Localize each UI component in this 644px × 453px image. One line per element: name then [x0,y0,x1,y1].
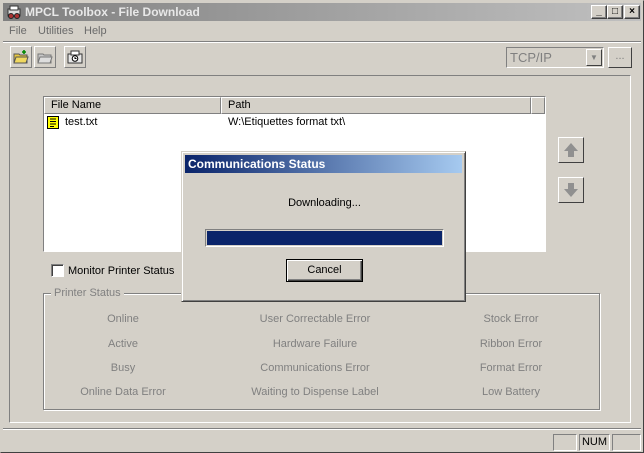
file-path: W:\Etiquettes format txt\ [228,116,346,128]
dialog-message: Downloading... [288,197,361,209]
browse-button[interactable]: ... [608,47,632,68]
arrow-up-icon [564,143,578,157]
monitor-printer-status-label[interactable]: Monitor Printer Status [68,265,174,277]
cancel-button[interactable]: Cancel [286,259,363,282]
open-folder-icon [37,53,53,64]
maximize-button[interactable]: □ [607,5,623,19]
minimize-button[interactable]: _ [591,5,607,19]
status-format-error: Format Error [479,362,543,374]
dialog-title[interactable]: Communications Status [185,155,462,173]
title-bar[interactable]: MPCL Toolbox - File Download _ □ × [3,3,641,21]
menu-bar: File Utilities Help [3,22,641,40]
monitor-printer-status-checkbox[interactable] [51,264,64,277]
status-active: Active [108,338,138,350]
menu-file[interactable]: File [9,25,27,37]
window-title: MPCL Toolbox - File Download [25,5,200,19]
main-window: MPCL Toolbox - File Download _ □ × File … [0,0,644,453]
column-header-file-name[interactable]: File Name [44,97,221,114]
connection-select[interactable]: TCP/IP ▼ [506,47,604,68]
status-stock-error: Stock Error [483,313,539,325]
statusbar-num: NUM [579,434,610,451]
communications-status-dialog: Communications Status Downloading... Can… [181,151,466,302]
close-button[interactable]: × [624,5,640,19]
status-ribbon-error: Ribbon Error [479,338,543,350]
status-user-correctable-error: User Correctable Error [259,313,371,325]
list-item[interactable]: test.txt W:\Etiquettes format txt\ [46,115,544,131]
arrow-down-icon [564,183,578,197]
status-low-battery: Low Battery [481,386,541,398]
printer-status-legend: Printer Status [51,287,124,299]
status-busy: Busy [110,362,136,374]
download-progress-bar [205,229,444,247]
move-down-button[interactable] [558,177,584,203]
toolbar-separator [3,41,641,43]
chevron-down-icon[interactable]: ▼ [586,49,602,66]
printer-settings-button[interactable] [64,46,86,68]
column-header-path[interactable]: Path [221,97,531,114]
printer-settings-icon [67,50,83,64]
open-add-button[interactable] [10,46,32,68]
menu-utilities[interactable]: Utilities [38,25,73,37]
app-printer-icon [7,5,21,19]
status-online: Online [107,313,139,325]
statusbar-panel-caps [553,434,577,451]
open-add-folder-icon [13,50,29,64]
text-file-icon [47,116,59,129]
status-communications-error: Communications Error [260,362,370,374]
status-waiting-to-dispense-label: Waiting to Dispense Label [251,386,379,398]
column-header-filler [531,97,545,114]
connection-value: TCP/IP [510,50,552,65]
move-up-button[interactable] [558,137,584,163]
open-folder-button[interactable] [34,46,56,68]
progress-fill [207,231,442,245]
status-hardware-failure: Hardware Failure [272,338,358,350]
file-name: test.txt [65,116,98,128]
status-online-data-error: Online Data Error [80,386,166,398]
menu-help[interactable]: Help [84,25,107,37]
statusbar-separator [3,428,641,430]
statusbar-panel-scroll [612,434,641,451]
